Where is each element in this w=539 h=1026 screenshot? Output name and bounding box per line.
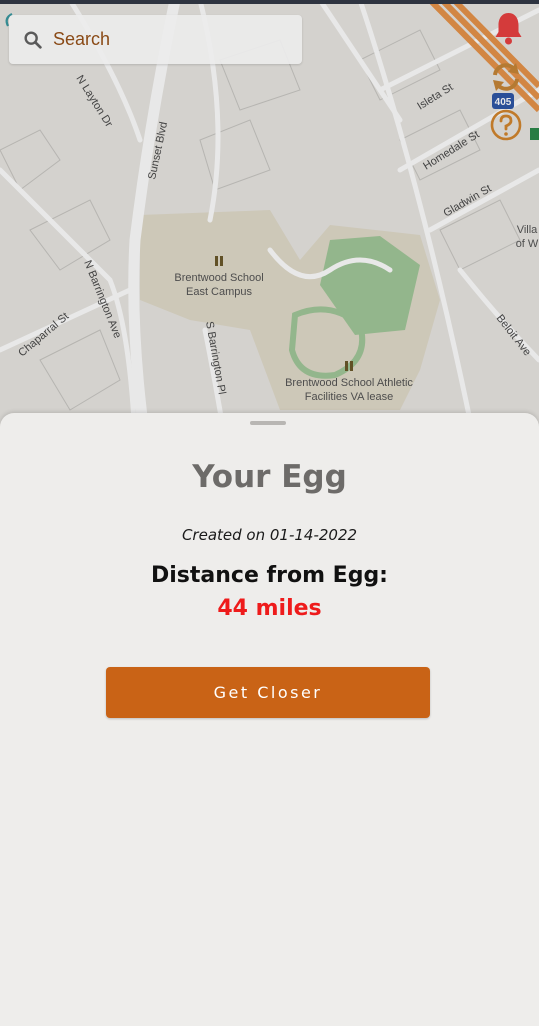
search-icon (24, 30, 42, 49)
map-dim-overlay (0, 0, 539, 440)
search-label: Search (53, 29, 111, 49)
sheet-title: Your Egg (192, 459, 347, 495)
created-date: Created on 01-14-2022 (181, 526, 358, 544)
egg-details-sheet: Your Egg Created on 01-14-2022 Distance … (0, 413, 539, 1026)
refresh-icon[interactable] (489, 60, 523, 94)
search-bar[interactable]: Search (9, 15, 302, 64)
distance-label: Distance from Egg: (151, 563, 388, 588)
bell-icon[interactable] (492, 10, 525, 46)
top-bar (0, 0, 539, 4)
map-view[interactable]: 405 N Layton Dr Sunset Blvd N Barrington… (0, 0, 539, 440)
sheet-drag-handle[interactable] (250, 421, 286, 425)
distance-value: 44 miles (217, 596, 322, 621)
help-icon[interactable] (489, 108, 523, 142)
get-closer-button[interactable]: Get Closer (106, 667, 430, 718)
